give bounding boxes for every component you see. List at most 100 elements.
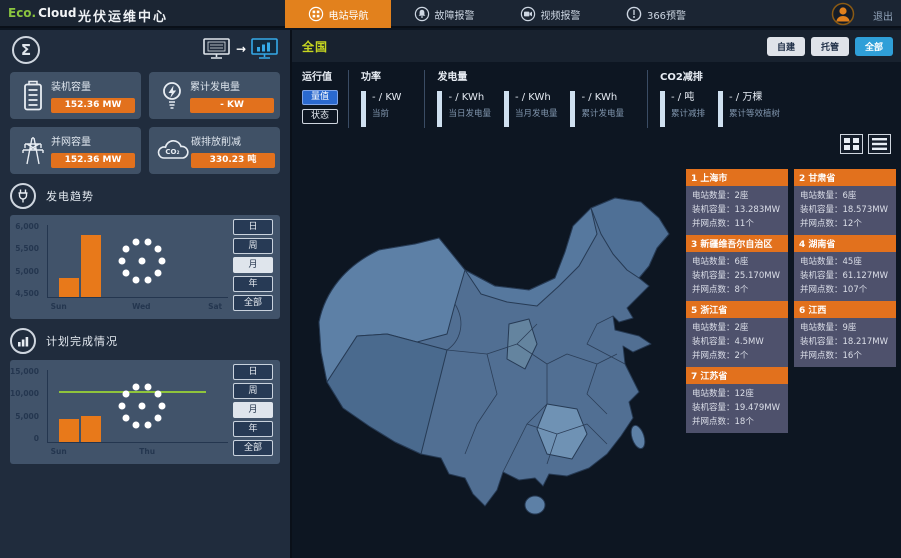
province-card-shanghai[interactable]: 1 上海市 电站数量：2座 装机容量：13.283MW 并网点数：11个 (686, 166, 788, 235)
tab-fault-alarm[interactable]: 故障报警 (391, 0, 497, 28)
section-title: 计划完成情况 (46, 333, 118, 349)
ownership-filters: 自建 托管 全部 (767, 37, 893, 56)
stat-bar-icon (660, 91, 665, 127)
x-axis-labels: Sun Thu (47, 447, 228, 457)
power-group: 功率 - / KW 当前 (361, 68, 414, 132)
island-hainan (525, 496, 545, 514)
filter-all-button[interactable]: 全部 (855, 37, 893, 56)
user-avatar[interactable] (831, 2, 855, 26)
kpi-card-grid: 装机容量 152.36 MW 累计发电量 - KW 并网容量 152.36 MW (10, 72, 280, 174)
kpi-card-total-generation: 累计发电量 - KW (149, 72, 280, 119)
grid-view-button[interactable] (840, 134, 863, 154)
china-map[interactable] (297, 158, 697, 550)
x-axis-labels: Sun Wed Sat (47, 302, 228, 312)
svg-text:CO₂: CO₂ (165, 148, 179, 156)
chart-bar (81, 235, 101, 297)
tab-366-warning[interactable]: 366预警 (603, 0, 709, 28)
chart-bar (59, 278, 79, 297)
section-title: 发电趋势 (46, 188, 94, 204)
island-taiwan (629, 424, 648, 451)
battery-icon (20, 80, 46, 112)
brand-cloud: Cloud (38, 6, 76, 20)
kpi-label: 装机容量 (51, 78, 135, 93)
kpi-card-grid-capacity: 并网容量 152.36 MW (10, 127, 141, 174)
section-plan-completion: 计划完成情况 (10, 328, 280, 354)
camera-icon (520, 6, 536, 22)
period-selector: 日 周 月 年 全部 (233, 364, 273, 459)
tab-label: 电站导航 (329, 7, 369, 22)
top-header: Eco.Cloud 光伏运维中心 电站导航 故障报警 视频报警 366预警 (0, 0, 901, 28)
period-all-button[interactable]: 全部 (233, 295, 273, 311)
period-week-button[interactable]: 周 (233, 383, 273, 399)
section-generation-trend: 发电趋势 (10, 183, 280, 209)
stat-bar-icon (504, 91, 509, 127)
divider (348, 70, 349, 128)
loading-spinner-icon (138, 403, 145, 410)
kpi-value-badge: 330.23 吨 (191, 153, 275, 168)
period-day-button[interactable]: 日 (233, 364, 273, 380)
co2-cloud-icon: CO₂ (155, 137, 189, 165)
brand-eco: Eco. (8, 6, 36, 20)
period-month-button[interactable]: 月 (233, 257, 273, 273)
map-view-toggles (840, 134, 891, 154)
monitor-chart-icon (250, 37, 280, 61)
brand-logo: Eco.Cloud (8, 6, 76, 20)
chart-plot-area (47, 370, 228, 443)
chart-bar (81, 416, 101, 442)
period-year-button[interactable]: 年 (233, 421, 273, 437)
main-tabs: 电站导航 故障报警 视频报警 366预警 (285, 0, 709, 28)
exclamation-icon (626, 6, 642, 22)
period-month-button[interactable]: 月 (233, 402, 273, 418)
y-axis-labels: 15,000 10,000 5,000 0 (10, 367, 43, 443)
station-nav-icon (308, 6, 324, 22)
divider (424, 70, 425, 128)
divider (647, 70, 648, 128)
province-card-xinjiang[interactable]: 3 新疆维吾尔自治区 电站数量：6座 装机容量：25.170MW 并网点数：8个 (686, 232, 788, 301)
bar-chart-icon (10, 328, 36, 354)
filter-self-built-button[interactable]: 自建 (767, 37, 805, 56)
tab-label: 视频报警 (541, 7, 581, 22)
period-day-button[interactable]: 日 (233, 219, 273, 235)
map-toolbar: 全国 自建 托管 全部 (292, 30, 901, 62)
chart-bar (59, 419, 79, 442)
stat-bar-icon (437, 91, 442, 127)
generation-trend-chart: 6,000 5,500 5,000 4,500 Sun Wed Sat 日 周 … (10, 215, 280, 319)
kpi-label: 累计发电量 (190, 78, 274, 93)
page-title: 光伏运维中心 (78, 6, 168, 25)
province-card-jiangxi[interactable]: 6 江西 电站数量：9座 装机容量：18.217MW 并网点数：16个 (794, 298, 896, 367)
tab-video-alarm[interactable]: 视频报警 (497, 0, 603, 28)
list-view-icon (871, 137, 888, 151)
kpi-value-badge: - KW (190, 98, 274, 113)
province-card-zhejiang[interactable]: 5 浙江省 电站数量：2座 装机容量：4.5MW 并网点数：2个 (686, 298, 788, 367)
province-card-hunan[interactable]: 4 湖南省 电站数量：45座 装机容量：61.127MW 并网点数：107个 (794, 232, 896, 301)
kpi-label: 碳排放削减 (191, 133, 275, 148)
stat-bar-icon (570, 91, 575, 127)
display-mode-toggle[interactable]: → (202, 37, 280, 61)
province-card-jiangsu[interactable]: 7 江苏省 电站数量：12座 装机容量：19.479MW 并网点数：18个 (686, 364, 788, 433)
sidebar-toolbar: Σ → (10, 34, 280, 70)
toggle-status-button[interactable]: 状态 (302, 109, 338, 124)
tab-station-navigation[interactable]: 电站导航 (285, 0, 391, 28)
filter-hosted-button[interactable]: 托管 (811, 37, 849, 56)
plug-icon (10, 183, 36, 209)
stat-bar-icon (718, 91, 723, 127)
generation-group: 发电量 - / KWh 当日发电量 - / KWh 当月发电量 (437, 68, 637, 132)
period-all-button[interactable]: 全部 (233, 440, 273, 456)
sidebar: Σ → 装机容量 152.36 MW 累计发电量 - KW (0, 30, 290, 558)
sigma-summary-icon[interactable]: Σ (12, 36, 40, 64)
kpi-card-co2-reduction: CO₂ 碳排放削减 330.23 吨 (149, 127, 280, 174)
period-week-button[interactable]: 周 (233, 238, 273, 254)
chart-plot-area (47, 225, 228, 298)
kpi-value-badge: 152.36 MW (51, 153, 135, 168)
province-card-gansu[interactable]: 2 甘肃省 电站数量：6座 装机容量：18.573MW 并网点数：12个 (794, 166, 896, 235)
avatar-icon (831, 2, 855, 26)
grid-tower-icon (20, 135, 46, 167)
list-view-button[interactable] (868, 134, 891, 154)
toggle-magnitude-button[interactable]: 量值 (302, 90, 338, 105)
kpi-card-installed-capacity: 装机容量 152.36 MW (10, 72, 141, 119)
grid-view-icon (843, 137, 860, 151)
tab-label: 366预警 (647, 7, 686, 22)
logout-button[interactable]: 退出 (873, 8, 893, 23)
period-year-button[interactable]: 年 (233, 276, 273, 292)
stat-bar-icon (361, 91, 366, 127)
